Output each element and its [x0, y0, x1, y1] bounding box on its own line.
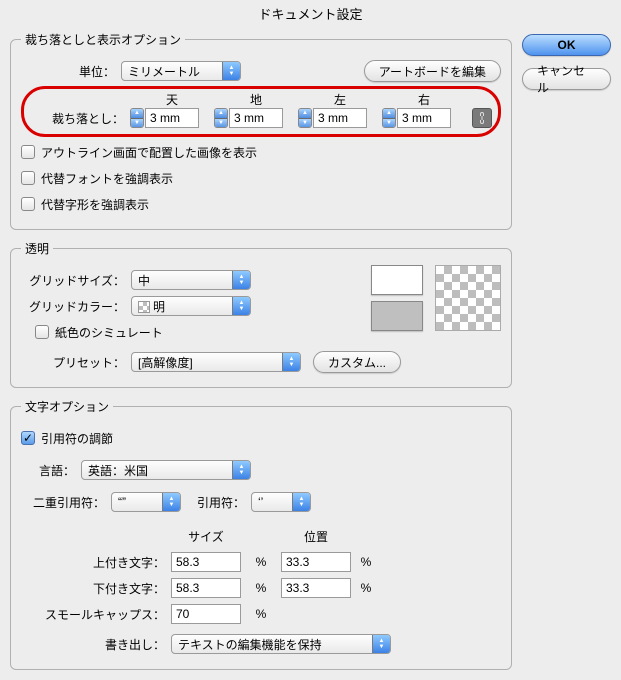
pct-label: % [351, 555, 381, 569]
window-title: ドキュメント設定 [0, 0, 621, 31]
bleed-top-field[interactable]: 3 mm [145, 108, 199, 128]
single-quote-select[interactable]: ‘’ [251, 492, 311, 512]
outline-images-checkbox[interactable] [21, 145, 35, 159]
bleed-label: 裁ち落とし： [30, 110, 130, 127]
ok-button[interactable]: OK [522, 34, 611, 56]
position-header: 位置 [281, 528, 351, 545]
bleed-hdr-left: 左 [298, 91, 382, 108]
grid-size-select[interactable]: 中 [131, 270, 251, 290]
subscript-size-field[interactable]: 58.3 [171, 578, 241, 598]
bleed-bottom-field[interactable]: 3 mm [229, 108, 283, 128]
simulate-paper-label: 紙色のシミュレート [55, 324, 163, 341]
quote-adjust-checkbox[interactable]: ✓ [21, 431, 35, 445]
language-select[interactable]: 英語：米国 [81, 460, 251, 480]
bleed-left-stepper[interactable]: ▲▼ [298, 108, 312, 128]
unit-select[interactable]: ミリメートル [121, 61, 241, 81]
pct-label: % [351, 581, 381, 595]
single-quote-label: 引用符： [181, 494, 251, 511]
type-options-legend: 文字オプション [21, 398, 113, 415]
swatch-gray[interactable] [371, 301, 423, 331]
subscript-label: 下付き文字： [21, 580, 171, 597]
bleed-hdr-bottom: 地 [214, 91, 298, 108]
bleed-top-stepper[interactable]: ▲▼ [130, 108, 144, 128]
type-options-group: 文字オプション ✓ 引用符の調節 言語： 英語：米国 二重引用符： “” 引用符… [10, 398, 512, 670]
preset-select[interactable]: [高解像度] [131, 352, 301, 372]
quote-adjust-label: 引用符の調節 [41, 430, 113, 447]
alt-glyph-label: 代替字形を強調表示 [41, 196, 149, 213]
export-label: 書き出し： [21, 636, 171, 653]
language-label: 言語： [21, 462, 81, 479]
double-quote-label: 二重引用符： [21, 494, 111, 511]
grid-color-select[interactable]: 明 [131, 296, 251, 316]
checker-icon [138, 301, 150, 313]
cancel-button[interactable]: キャンセル [522, 68, 611, 90]
transparency-preview [435, 265, 501, 331]
bleed-right-stepper[interactable]: ▲▼ [382, 108, 396, 128]
pct-label: % [241, 607, 281, 621]
alt-glyph-checkbox[interactable] [21, 197, 35, 211]
link-icon [477, 112, 487, 124]
superscript-label: 上付き文字： [21, 554, 171, 571]
grid-size-label: グリッドサイズ： [21, 272, 131, 289]
grid-color-label: グリッドカラー： [21, 298, 131, 315]
smallcaps-label: スモールキャップス： [21, 606, 171, 623]
edit-artboards-button[interactable]: アートボードを編集 [364, 60, 501, 82]
alt-font-label: 代替フォントを強調表示 [41, 170, 173, 187]
pct-label: % [241, 555, 281, 569]
bleed-display-group: 裁ち落としと表示オプション 単位： ミリメートル アートボードを編集 天 地 左… [10, 31, 512, 230]
export-select[interactable]: テキストの編集機能を保持 [171, 634, 391, 654]
superscript-pos-field[interactable]: 33.3 [281, 552, 351, 572]
preset-label: プリセット： [21, 354, 131, 371]
smallcaps-field[interactable]: 70 [171, 604, 241, 624]
transparency-legend: 透明 [21, 240, 53, 257]
outline-images-label: アウトライン画面で配置した画像を表示 [41, 144, 257, 161]
bleed-highlight: 天 地 左 右 裁ち落とし： ▲▼ 3 mm ▲▼ 3 mm [21, 86, 501, 137]
subscript-pos-field[interactable]: 33.3 [281, 578, 351, 598]
pct-label: % [241, 581, 281, 595]
bleed-display-legend: 裁ち落としと表示オプション [21, 31, 185, 48]
bleed-right-field[interactable]: 3 mm [397, 108, 451, 128]
bleed-link-button[interactable] [472, 108, 492, 128]
bleed-bottom-stepper[interactable]: ▲▼ [214, 108, 228, 128]
alt-font-checkbox[interactable] [21, 171, 35, 185]
unit-label: 単位： [21, 63, 121, 80]
bleed-hdr-top: 天 [130, 91, 214, 108]
double-quote-select[interactable]: “” [111, 492, 181, 512]
custom-button[interactable]: カスタム... [313, 351, 401, 373]
simulate-paper-checkbox[interactable] [35, 325, 49, 339]
swatch-white[interactable] [371, 265, 423, 295]
superscript-size-field[interactable]: 58.3 [171, 552, 241, 572]
size-header: サイズ [171, 528, 241, 545]
bleed-hdr-right: 右 [382, 91, 466, 108]
transparency-group: 透明 グリッドサイズ： 中 グリッドカラー： 明 [10, 240, 512, 388]
bleed-left-field[interactable]: 3 mm [313, 108, 367, 128]
